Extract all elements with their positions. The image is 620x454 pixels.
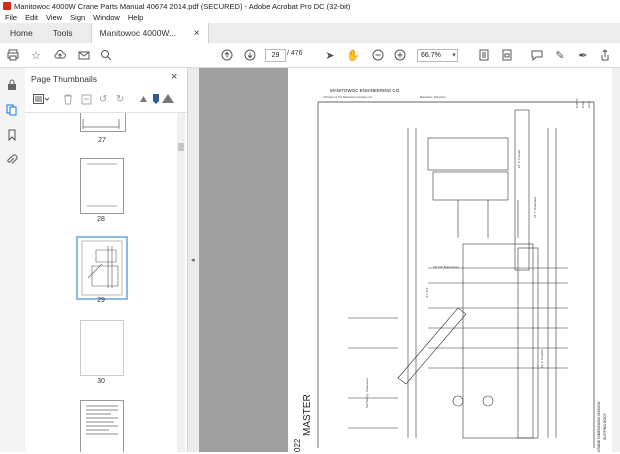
hand-tool-icon[interactable]: ✋ <box>346 48 360 62</box>
bookmarks-icon[interactable] <box>5 128 19 142</box>
page-thumbnails-icon[interactable] <box>5 103 19 117</box>
thumbnail-label: 29 <box>97 297 105 304</box>
attachments-icon[interactable] <box>5 153 19 167</box>
zoom-in-icon[interactable] <box>393 48 407 62</box>
panel-close-icon[interactable]: × <box>171 71 177 83</box>
page-thumbnails-panel: Page Thumbnails × ↺ ↻ 27 28 29 30 <box>25 68 187 452</box>
tab-home[interactable]: Home <box>0 23 43 43</box>
drawing-caption: SLIPPING BOOT <box>603 412 607 440</box>
svg-text:7'6 1/4" Boom Foot: 7'6 1/4" Boom Foot <box>433 265 459 269</box>
fit-page-icon[interactable] <box>477 48 491 62</box>
sheet-label: CRANE DIMENSIONS M4000W <box>597 401 601 452</box>
comment-icon[interactable] <box>530 48 544 62</box>
chevron-down-icon[interactable]: ▾ <box>447 48 461 62</box>
thumbnail-page-31[interactable] <box>80 400 124 452</box>
page-header-place: Manitowoc, Wisconsin <box>420 95 446 99</box>
delete-page-icon[interactable] <box>63 94 73 108</box>
svg-text:Drwg.: Drwg. <box>581 100 585 108</box>
menu-view[interactable]: View <box>46 13 62 22</box>
document-page[interactable]: MANITOWOC ENGINEERING CO. A Division of … <box>288 68 615 452</box>
thumbnail-label: 28 <box>97 216 105 223</box>
collapse-arrow-icon: ◂ <box>191 257 195 264</box>
search-icon[interactable] <box>99 48 113 62</box>
menu-bar: File Edit View Sign Window Help <box>0 12 620 23</box>
left-navigation-rail <box>0 68 26 452</box>
lock-icon[interactable] <box>5 78 19 92</box>
svg-text:18' 3" Overall: 18' 3" Overall <box>517 150 521 168</box>
email-icon[interactable] <box>77 48 91 62</box>
svg-text:12' 6" Crawler: 12' 6" Crawler <box>540 349 544 368</box>
options-menu-icon[interactable] <box>33 94 50 107</box>
title-bar: Manitowoc 4000W Crane Parts Manual 40674… <box>0 0 620 12</box>
small-thumbnail-icon[interactable] <box>140 94 147 105</box>
tab-document-label: Manitowoc 4000W... <box>99 28 177 38</box>
master-stamp: MASTER <box>302 394 313 436</box>
panel-toolbar: ↺ ↻ <box>25 90 187 113</box>
select-arrow-icon[interactable]: ➤ <box>323 48 337 62</box>
previous-page-icon[interactable] <box>220 48 234 62</box>
extract-page-icon[interactable] <box>81 94 92 108</box>
svg-text:4' 7 1/4": 4' 7 1/4" <box>425 287 429 298</box>
next-page-icon[interactable] <box>243 48 257 62</box>
highlight-pen-icon[interactable]: ✎ <box>553 48 567 62</box>
thumbnail-label: 27 <box>98 137 106 144</box>
page-total: / 476 <box>287 50 303 57</box>
rotate-left-icon[interactable]: ↺ <box>99 94 107 105</box>
page-number-input[interactable]: 29 <box>265 49 286 62</box>
panel-title: Page Thumbnails <box>31 74 97 84</box>
sign-icon[interactable]: ✒ <box>576 48 590 62</box>
tab-bar: Home Tools Manitowoc 4000W... × <box>0 23 620 44</box>
document-scrollbar[interactable] <box>612 68 620 452</box>
menu-help[interactable]: Help <box>128 13 143 22</box>
tab-tools[interactable]: Tools <box>43 23 91 43</box>
main-toolbar: ☆ 29 / 476 ➤ ✋ 66.7% ▾ ✎ ✒ <box>0 43 620 68</box>
window-title: Manitowoc 4000W Crane Parts Manual 40674… <box>14 1 351 11</box>
zoom-out-icon[interactable] <box>371 48 385 62</box>
rotate-right-icon[interactable]: ↻ <box>116 94 124 105</box>
scrollbar-thumb[interactable] <box>178 143 184 151</box>
scroll-mode-icon[interactable] <box>500 48 514 62</box>
svg-text:8-25-71: 8-25-71 <box>575 98 579 108</box>
menu-window[interactable]: Window <box>93 13 120 22</box>
page-code: 022 <box>293 438 302 452</box>
tab-close-icon[interactable]: × <box>194 28 200 39</box>
menu-edit[interactable]: Edit <box>25 13 38 22</box>
bookmark-star-icon[interactable]: ☆ <box>29 48 43 62</box>
upload-cloud-icon[interactable] <box>53 48 67 62</box>
thumbnail-page-28[interactable] <box>80 158 124 214</box>
print-icon[interactable] <box>6 48 20 62</box>
page-header-company: MANITOWOC ENGINEERING CO. <box>330 88 400 93</box>
svg-text:Zone: Zone <box>587 101 591 108</box>
share-icon[interactable] <box>598 48 612 62</box>
svg-text:21' 1" Extended: 21' 1" Extended <box>533 197 537 218</box>
thumbnail-scrollbar[interactable] <box>177 113 185 452</box>
tab-document[interactable]: Manitowoc 4000W... × <box>90 23 209 43</box>
thumbnail-page-27[interactable] <box>80 113 126 132</box>
page-header-sub: A Division of The Manitowoc Company, Inc… <box>323 95 373 99</box>
thumbnail-list: 27 28 29 30 <box>25 113 177 452</box>
menu-file[interactable]: File <box>5 13 17 22</box>
thumbnail-page-29[interactable] <box>76 236 128 300</box>
menu-sign[interactable]: Sign <box>70 13 85 22</box>
acrobat-app-icon <box>3 2 11 10</box>
thumbnail-page-30[interactable] <box>80 320 124 376</box>
large-thumbnail-icon[interactable] <box>162 94 174 106</box>
svg-text:Tail Swing - Clearance: Tail Swing - Clearance <box>365 378 369 408</box>
thumbnail-label: 30 <box>97 378 105 385</box>
thumbnail-size-slider[interactable] <box>153 94 159 107</box>
